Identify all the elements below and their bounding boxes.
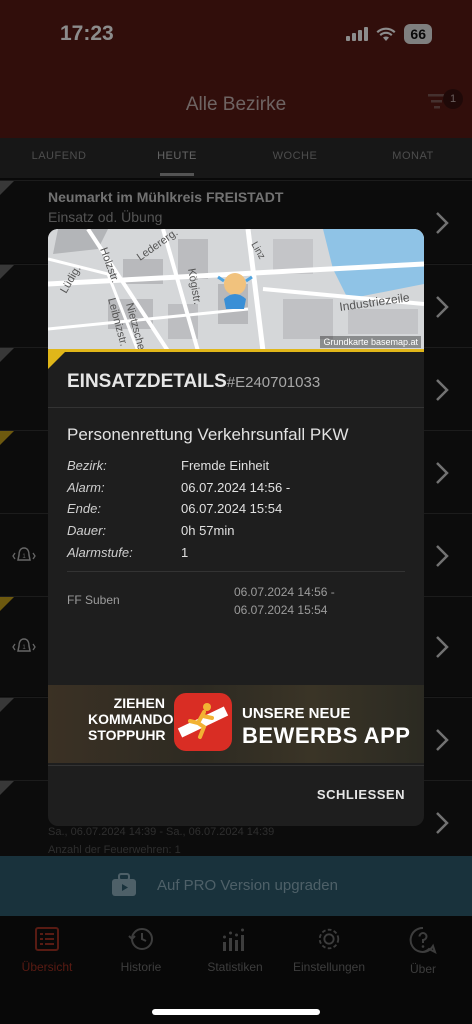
detail-key: Alarm: [67, 480, 105, 495]
close-button[interactable]: SCHLIESSEN [317, 787, 405, 802]
map-attribution: Grundkarte basemap.at [320, 336, 421, 348]
dialog-header-label: EINSATZDETAILS [67, 371, 227, 392]
detail-value: 06.07.2024 15:54 [181, 501, 283, 516]
app-root: 17:23 66 Alle Bezirke 1 LAUFEND HEUTE WO… [0, 0, 472, 1024]
app-logo-icon [174, 693, 232, 751]
detail-key: Bezirk: [67, 458, 107, 473]
divider [48, 765, 424, 766]
ad-line: KOMMANDOS [88, 711, 183, 727]
ad-right-line-1: UNSERE NEUE [242, 705, 351, 722]
ad-right-line-2: BEWERBS APP [242, 723, 411, 748]
detail-key: Alarmstufe: [67, 545, 133, 560]
detail-value: 0h 57min [181, 523, 235, 538]
detail-key: Ende: [67, 501, 101, 516]
dialog-header: EINSATZDETAILS#E240701033 [67, 371, 320, 393]
detail-value: Fremde Einheit [181, 458, 270, 473]
ad-line: ZIEHEN [113, 695, 165, 711]
detail-key: Dauer: [67, 523, 107, 538]
detail-value: 06.07.2024 14:56 - [181, 480, 291, 495]
fire-brigade-name: FF Suben [67, 593, 120, 607]
incident-title: Personenrettung Verkehrsunfall PKW [67, 425, 349, 444]
fire-brigade-time: 06.07.2024 14:56 - 06.07.2024 15:54 [234, 583, 335, 619]
incident-details-dialog: Holzstr. Ledererg. Kögistr. Leibnizstr. … [48, 229, 424, 826]
location-map[interactable]: Holzstr. Ledererg. Kögistr. Leibnizstr. … [48, 229, 424, 351]
fire-brigade-start: 06.07.2024 14:56 - [234, 585, 335, 599]
map-image: Holzstr. Ledererg. Kögistr. Leibnizstr. … [48, 229, 424, 351]
fire-brigade-end: 06.07.2024 15:54 [234, 603, 328, 617]
map-accent-line [48, 349, 424, 352]
ad-line: STOPPUHR [88, 727, 166, 743]
divider [48, 407, 424, 408]
bewerbs-app-ad-banner[interactable]: ZIEHEN KOMMANDOS STOPPUHR UNSERE NEUE BE… [48, 685, 424, 763]
home-indicator [152, 1009, 320, 1015]
detail-value: 1 [181, 545, 189, 560]
incident-id: #E240701033 [226, 374, 321, 391]
map-accent-corner [48, 351, 66, 369]
divider [67, 571, 405, 572]
ad-left-text: ZIEHEN KOMMANDOS STOPPUHR [88, 695, 183, 743]
